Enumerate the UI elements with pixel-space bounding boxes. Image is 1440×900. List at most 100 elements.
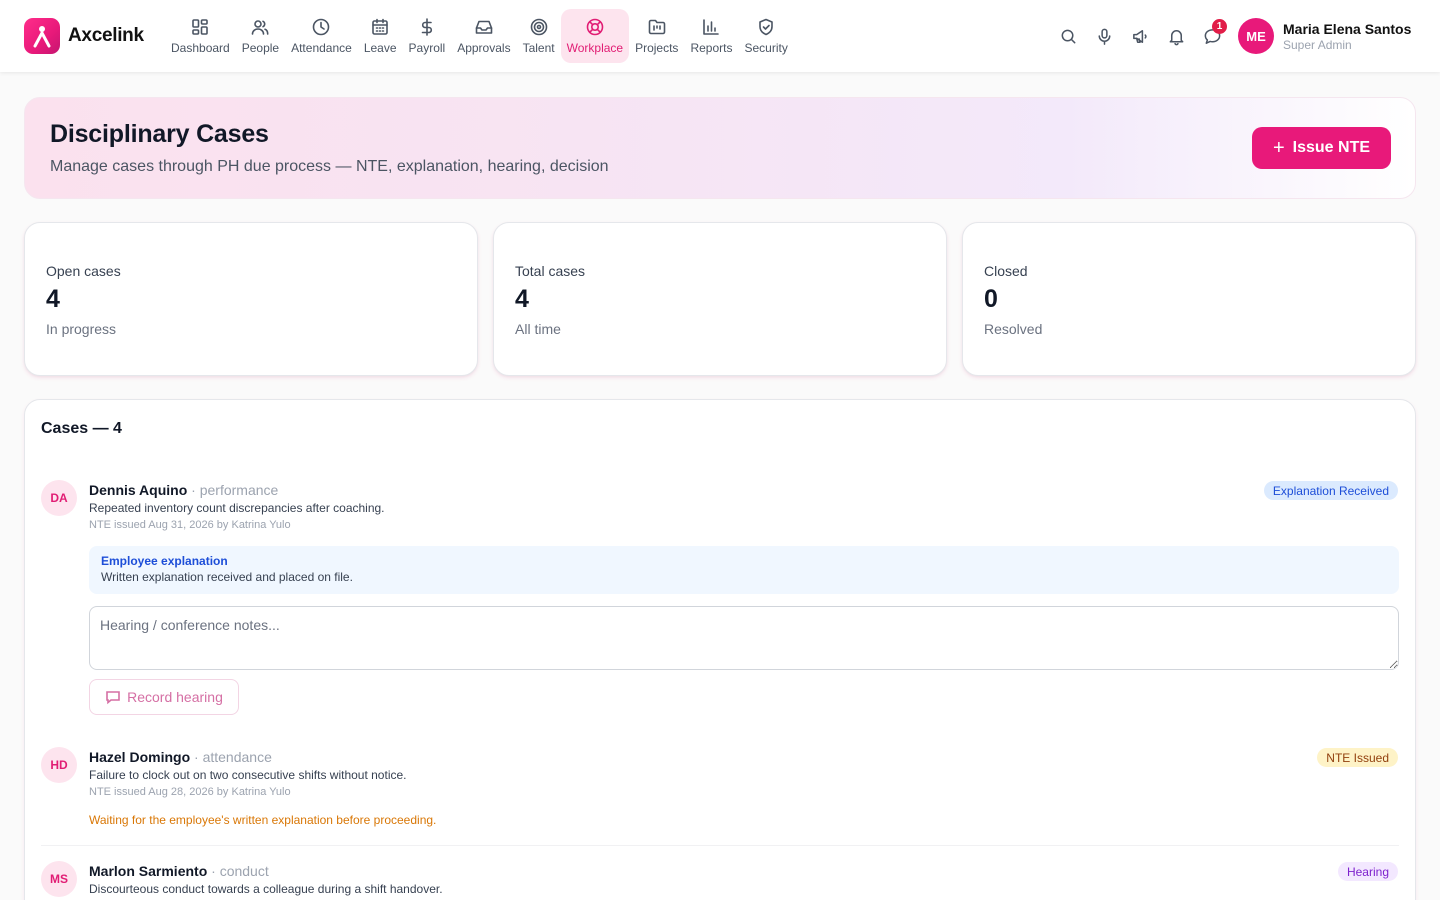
bell-icon [1169,29,1183,45]
nav-projects[interactable]: Projects [629,9,684,63]
announcements-button[interactable] [1122,18,1158,54]
employee-name: Marlon Sarmiento [89,863,208,879]
case-avatar: DA [41,480,77,516]
messages-button[interactable]: 1 [1194,18,1230,54]
notifications-button[interactable] [1158,18,1194,54]
kanban-icon [648,19,666,35]
nav-label: Talent [522,41,555,55]
nav-label: Payroll [408,41,446,55]
case-name[interactable]: Dennis Aquino · performance [89,482,278,498]
toolbar: 1 [1050,18,1230,54]
case-category: · conduct [207,863,269,879]
case-description: Failure to clock out on two consecutive … [89,768,407,782]
clock-icon [313,18,330,36]
status-badge: Hearing [1337,862,1398,881]
stat-sub: All time [515,321,561,337]
stat-sub: Resolved [984,321,1043,337]
employee-name: Hazel Domingo [89,749,191,765]
nav-label: People [241,41,280,55]
nav-label: Dashboard [171,41,230,55]
page-header: Disciplinary Cases Manage cases through … [24,97,1416,199]
target-icon [530,18,547,36]
nav-label: Attendance [291,41,352,55]
user-menu[interactable]: ME Maria Elena Santos Super Admin [1238,18,1411,54]
employee-name: Dennis Aquino [89,482,188,498]
nav-leave[interactable]: Leave [358,9,403,63]
case-category: · performance [187,482,279,498]
stat-value: 4 [46,285,60,313]
calendar-icon [372,18,388,35]
nav-attendance[interactable]: Attendance [285,9,358,63]
waiting-note: Waiting for the employee's written expla… [89,813,437,827]
nav-reports[interactable]: Reports [684,9,738,63]
voice-button[interactable] [1086,18,1122,54]
nav-label: Leave [363,41,397,55]
nav-label: Security [744,41,788,55]
nav-workplace[interactable]: Workplace [560,9,630,63]
message-square-icon [106,691,120,705]
user-role: Super Admin [1283,37,1352,52]
shield-icon [759,18,773,36]
case-category: · attendance [190,749,272,765]
case-avatar: MS [41,861,77,897]
case-description: Repeated inventory count discrepancies a… [89,501,385,515]
nav-security[interactable]: Security [738,9,793,63]
explanation-title: Employee explanation [101,554,228,568]
case-description: Discourteous conduct towards a colleague… [89,882,443,896]
stat-card-open: Open cases 4 In progress [24,222,478,376]
hearing-notes-input[interactable] [89,606,1399,670]
issue-nte-button[interactable]: + Issue NTE [1252,127,1391,169]
case-name[interactable]: Hazel Domingo · attendance [89,749,272,765]
stat-sub: In progress [46,321,117,337]
top-bar: Axcelink Dashboard People Attendance Lea… [0,0,1440,72]
page-title: Disciplinary Cases [50,120,269,148]
nav-label: Workplace [566,41,624,55]
bar-chart-icon [703,19,720,35]
avatar: ME [1238,18,1274,54]
nav-dashboard[interactable]: Dashboard [165,9,236,63]
stat-label: Closed [984,263,1028,279]
case-meta: NTE issued Aug 31, 2026 by Katrina Yulo [89,519,291,531]
search-button[interactable] [1050,18,1086,54]
stat-value: 4 [515,285,529,313]
stat-card-closed: Closed 0 Resolved [962,222,1416,376]
logo-icon [24,18,60,54]
record-hearing-button[interactable]: Record hearing [89,679,239,715]
case-name[interactable]: Marlon Sarmiento · conduct [89,863,269,879]
dollar-icon [421,18,432,36]
user-name: Maria Elena Santos [1283,20,1412,37]
page-subtitle: Manage cases through PH due process — NT… [50,158,609,175]
stat-card-total: Total cases 4 All time [493,222,947,376]
divider [41,845,1399,846]
status-badge: Explanation Received [1263,481,1398,500]
brand[interactable]: Axcelink [24,18,144,54]
plus-icon: + [1272,137,1285,159]
status-badge: NTE Issued [1317,748,1398,767]
nav-label: Projects [635,41,679,55]
search-icon [1061,29,1075,43]
lifebuoy-icon [586,18,604,36]
case-meta: NTE issued Aug 28, 2026 by Katrina Yulo [89,786,291,798]
inbox-icon [475,20,493,34]
record-hearing-label: Record hearing [127,689,223,705]
stat-label: Open cases [46,263,121,279]
cases-title: Cases — 4 [41,420,122,437]
megaphone-icon [1132,29,1147,43]
stat-label: Total cases [515,263,586,279]
nav-approvals[interactable]: Approvals [451,9,516,63]
microphone-icon [1098,28,1110,45]
case-avatar: HD [41,747,77,783]
nav-payroll[interactable]: Payroll [403,9,452,63]
grid-icon [192,19,209,35]
issue-nte-label: Issue NTE [1292,139,1371,156]
main-nav: Dashboard People Attendance Leave Payrol… [165,9,794,63]
nav-talent[interactable]: Talent [517,9,561,63]
messages-badge: 1 [1212,19,1227,34]
brand-name: Axcelink [68,25,144,46]
explanation-body: Written explanation received and placed … [101,570,353,584]
stat-value: 0 [984,285,998,313]
nav-label: Approvals [457,41,511,55]
users-icon [252,20,269,35]
nav-people[interactable]: People [236,9,285,63]
nav-label: Reports [690,41,733,55]
